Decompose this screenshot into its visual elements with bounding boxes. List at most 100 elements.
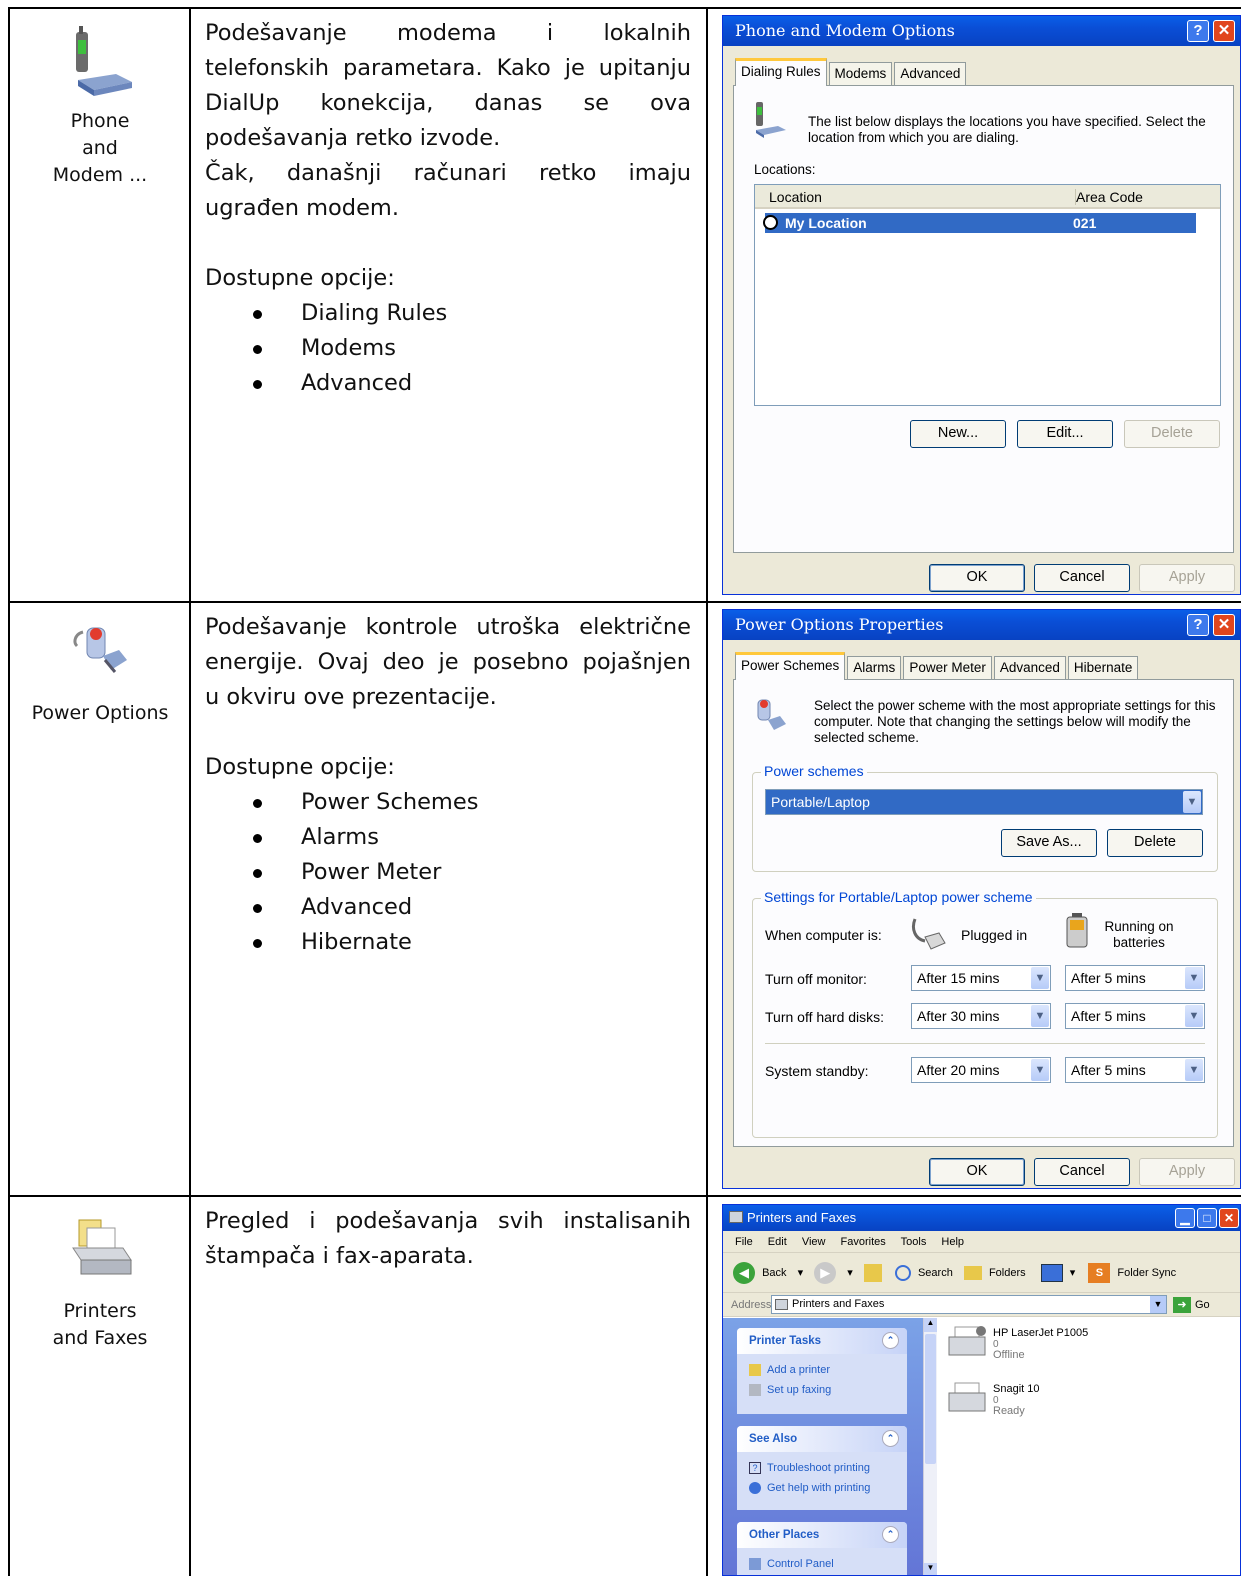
add-printer-icon bbox=[749, 1364, 761, 1377]
tab-power-schemes[interactable]: Power Schemes bbox=[735, 652, 846, 680]
apply-button[interactable]: Apply bbox=[1139, 564, 1235, 592]
ok-button[interactable]: OK bbox=[929, 1158, 1025, 1186]
control-panel-link[interactable]: Control Panel bbox=[749, 1554, 895, 1574]
desc-line: Podešavanje modema i lokalnih bbox=[205, 20, 691, 46]
delete-button[interactable]: Delete bbox=[1124, 420, 1220, 448]
search-button-label[interactable]: Search bbox=[918, 1267, 953, 1279]
standby-plugged-select[interactable]: After 20 mins ▼ bbox=[911, 1057, 1051, 1083]
folder-sync-icon[interactable]: S bbox=[1088, 1263, 1111, 1284]
tab-advanced[interactable]: Advanced bbox=[894, 62, 967, 86]
help-button[interactable]: ? bbox=[1187, 614, 1209, 636]
help-circle-icon bbox=[749, 1482, 761, 1495]
close-button[interactable]: ✕ bbox=[1219, 1208, 1239, 1228]
monitor-plugged-select[interactable]: After 15 mins ▼ bbox=[911, 965, 1051, 991]
new-button[interactable]: New... bbox=[910, 420, 1006, 448]
power-scheme-select[interactable]: Portable/Laptop ▼ bbox=[765, 789, 1203, 815]
get-help-link[interactable]: Get help with printing bbox=[749, 1478, 895, 1498]
panel-header[interactable]: Printer Tasks ⌃ bbox=[737, 1328, 907, 1354]
troubleshoot-link[interactable]: ? Troubleshoot printing bbox=[749, 1458, 895, 1478]
dropdown-icon[interactable]: ▾ bbox=[847, 1267, 853, 1279]
setting-label: System standby: bbox=[765, 1063, 869, 1079]
column-location[interactable]: Location bbox=[769, 189, 822, 205]
add-printer-link[interactable]: Add a printer bbox=[749, 1360, 895, 1380]
back-button-label[interactable]: Back bbox=[762, 1267, 786, 1279]
menu-favorites[interactable]: Favorites bbox=[841, 1236, 886, 1248]
search-icon[interactable] bbox=[894, 1265, 911, 1282]
printers-faxes-description: Pregled i podešavanja svih instalisanih … bbox=[205, 1204, 691, 1274]
ok-button[interactable]: OK bbox=[929, 564, 1025, 592]
edit-button[interactable]: Edit... bbox=[1017, 420, 1113, 448]
tab-dialing-rules[interactable]: Dialing Rules bbox=[735, 58, 827, 86]
close-button[interactable]: ✕ bbox=[1213, 20, 1235, 42]
setup-faxing-link[interactable]: Set up faxing bbox=[749, 1380, 895, 1400]
collapse-icon[interactable]: ⌃ bbox=[882, 1332, 899, 1349]
menu-view[interactable]: View bbox=[802, 1236, 826, 1248]
dropdown-icon[interactable]: ▾ bbox=[798, 1267, 804, 1279]
scroll-down-button[interactable]: ▼ bbox=[924, 1563, 937, 1575]
views-icon[interactable] bbox=[1040, 1264, 1063, 1283]
dialog-tabs: Power Schemes Alarms Power Meter Advance… bbox=[735, 652, 1140, 680]
address-value: Printers and Faxes bbox=[792, 1298, 885, 1310]
task-pane: Printer Tasks ⌃ Add a printer Set up faxi… bbox=[723, 1318, 923, 1575]
printers-faxes-icon bbox=[72, 1219, 132, 1275]
collapse-icon[interactable]: ⌃ bbox=[882, 1430, 899, 1447]
select-value: After 15 mins bbox=[917, 970, 1000, 986]
save-as-button[interactable]: Save As... bbox=[1001, 829, 1097, 857]
back-icon[interactable]: ◀ bbox=[733, 1262, 755, 1285]
standby-battery-select[interactable]: After 5 mins ▼ bbox=[1065, 1057, 1205, 1083]
chevron-down-icon: ▼ bbox=[1185, 1059, 1203, 1081]
power-schemes-group: Power schemes Portable/Laptop ▼ Save As.… bbox=[752, 763, 1218, 872]
cancel-button[interactable]: Cancel bbox=[1034, 564, 1130, 592]
folder-sync-label[interactable]: Folder Sync bbox=[1117, 1267, 1176, 1279]
dropdown-icon[interactable]: ▾ bbox=[1070, 1267, 1076, 1279]
menu-help[interactable]: Help bbox=[941, 1236, 964, 1248]
tab-alarms[interactable]: Alarms bbox=[847, 656, 902, 680]
help-button[interactable]: ? bbox=[1187, 20, 1209, 42]
apply-button[interactable]: Apply bbox=[1139, 1158, 1235, 1186]
desc-line: u okviru ove prezentacije. bbox=[205, 684, 497, 710]
minimize-button[interactable]: ▁ bbox=[1175, 1208, 1195, 1228]
cancel-button[interactable]: Cancel bbox=[1034, 1158, 1130, 1186]
tab-hibernate[interactable]: Hibernate bbox=[1067, 656, 1139, 680]
go-label[interactable]: Go bbox=[1195, 1293, 1210, 1317]
task-pane-scrollbar[interactable]: ▲ ▼ bbox=[923, 1318, 937, 1575]
phone-modem-dialog: Phone and Modem Options ? ✕ Dialing Rule… bbox=[722, 15, 1241, 595]
tab-advanced[interactable]: Advanced bbox=[993, 656, 1066, 680]
chevron-down-icon[interactable]: ▼ bbox=[1150, 1296, 1166, 1313]
menu-tools[interactable]: Tools bbox=[901, 1236, 927, 1248]
link-label: Troubleshoot printing bbox=[767, 1462, 870, 1474]
monitor-battery-select[interactable]: After 5 mins ▼ bbox=[1065, 965, 1205, 991]
menu-file[interactable]: File bbox=[735, 1236, 753, 1248]
printer-item[interactable]: HP LaserJet P1005 0 Offline bbox=[945, 1325, 1145, 1375]
printer-icon bbox=[948, 1326, 986, 1356]
scroll-thumb[interactable] bbox=[925, 1334, 936, 1464]
delete-button[interactable]: Delete bbox=[1107, 829, 1203, 857]
desc-line: Podešavanje kontrole utroška električne bbox=[205, 614, 691, 640]
disks-battery-select[interactable]: After 5 mins ▼ bbox=[1065, 1003, 1205, 1029]
address-input[interactable]: Printers and Faxes ▼ bbox=[771, 1295, 1167, 1314]
scroll-up-button[interactable]: ▲ bbox=[924, 1318, 937, 1332]
up-folder-icon[interactable] bbox=[863, 1264, 882, 1283]
menu-edit[interactable]: Edit bbox=[768, 1236, 787, 1248]
folders-button-label[interactable]: Folders bbox=[989, 1267, 1026, 1279]
option-item: Advanced bbox=[253, 890, 691, 925]
go-icon[interactable]: ➜ bbox=[1173, 1297, 1191, 1313]
panel-header[interactable]: Other Places ⌃ bbox=[737, 1522, 907, 1548]
printer-tasks-panel: Printer Tasks ⌃ Add a printer Set up faxi… bbox=[737, 1328, 907, 1414]
panel-header[interactable]: See Also ⌃ bbox=[737, 1426, 907, 1452]
option-item: Hibernate bbox=[253, 925, 691, 960]
maximize-button[interactable]: □ bbox=[1197, 1208, 1217, 1228]
dialog-title-bar: Phone and Modem Options ? ✕ bbox=[723, 16, 1240, 46]
table-row[interactable]: My Location 021 bbox=[763, 213, 1196, 233]
tab-modems[interactable]: Modems bbox=[828, 62, 893, 86]
forward-icon[interactable]: ▶ bbox=[814, 1262, 837, 1285]
printer-item[interactable]: Snagit 10 0 Ready bbox=[945, 1381, 1145, 1431]
column-area-code[interactable]: Area Code bbox=[1075, 189, 1143, 205]
collapse-icon[interactable]: ⌃ bbox=[882, 1526, 899, 1543]
folders-icon[interactable] bbox=[963, 1266, 982, 1281]
tab-power-meter[interactable]: Power Meter bbox=[903, 656, 992, 680]
locations-list[interactable]: Location Area Code My Location 021 bbox=[754, 184, 1221, 406]
fax-icon bbox=[749, 1384, 761, 1397]
close-button[interactable]: ✕ bbox=[1213, 614, 1235, 636]
disks-plugged-select[interactable]: After 30 mins ▼ bbox=[911, 1003, 1051, 1029]
